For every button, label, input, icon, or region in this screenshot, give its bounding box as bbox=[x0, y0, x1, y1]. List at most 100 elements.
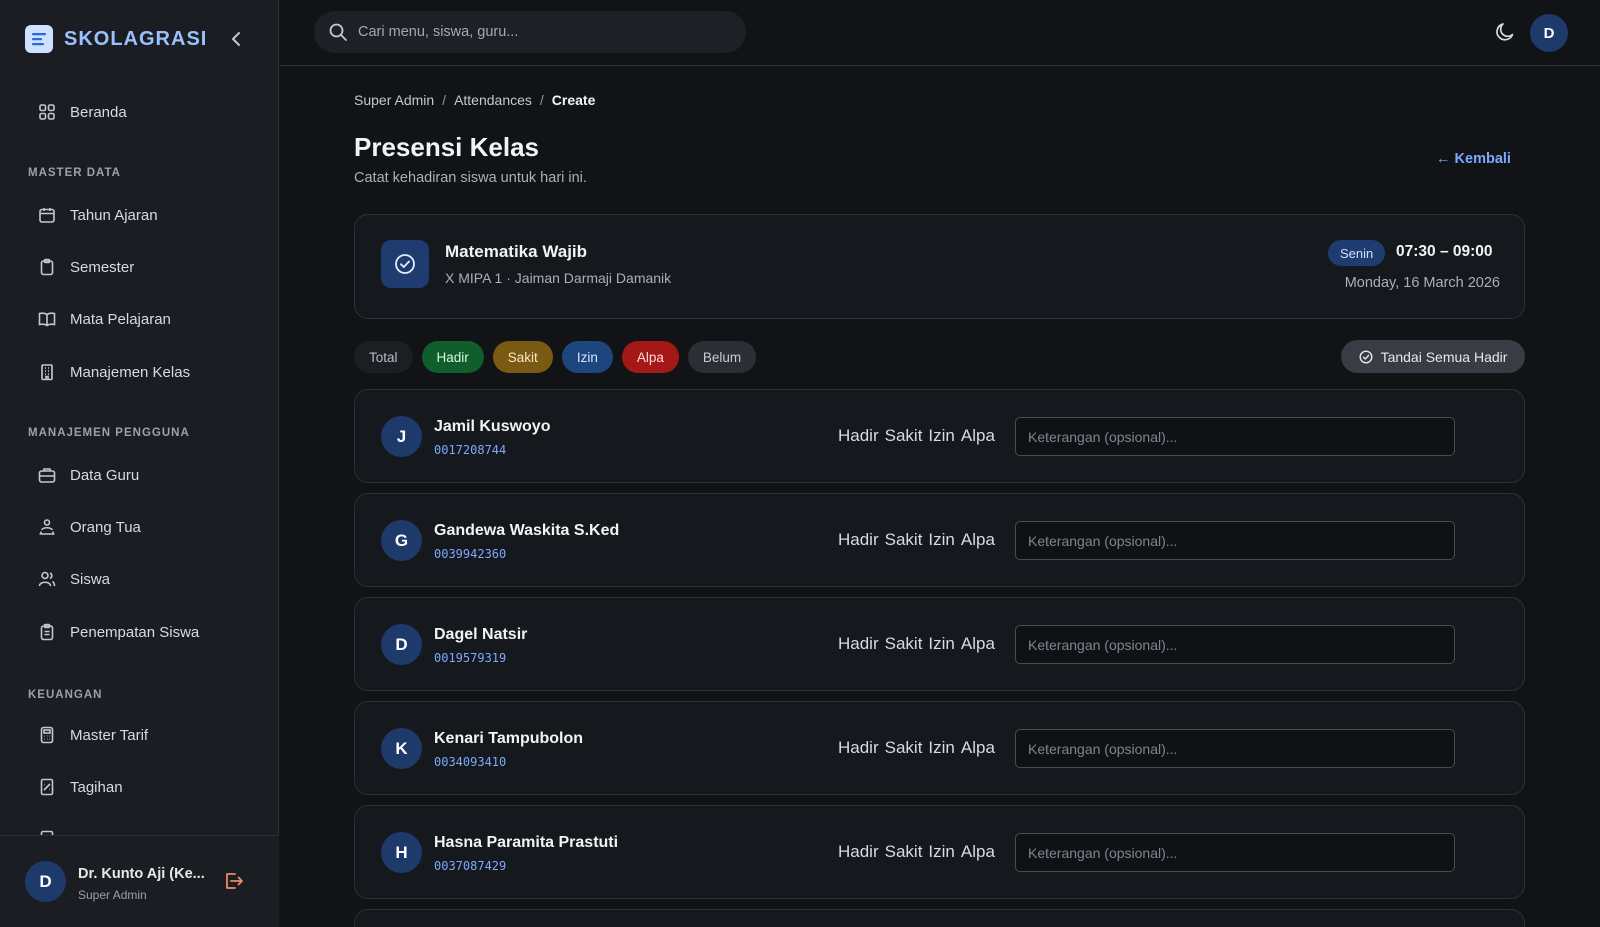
note-input[interactable] bbox=[1015, 729, 1455, 768]
user-role: Super Admin bbox=[78, 888, 147, 902]
family-icon bbox=[37, 517, 57, 537]
page-subtitle: Catat kehadiran siswa untuk hari ini. bbox=[354, 170, 587, 186]
status-alpa[interactable]: Alpa bbox=[961, 842, 995, 862]
status-alpa[interactable]: Alpa bbox=[961, 634, 995, 654]
breadcrumb: Super Admin / Attendances / Create bbox=[354, 92, 595, 108]
theme-toggle-button[interactable] bbox=[1494, 21, 1518, 45]
status-hadir[interactable]: Hadir bbox=[838, 634, 879, 654]
user-card: D Dr. Kunto Aji (Ke... Super Admin bbox=[0, 835, 279, 927]
class-info-card: Matematika Wajib X MIPA 1 · Jaiman Darma… bbox=[354, 214, 1525, 319]
sidebar-item-label: Tahun Ajaran bbox=[70, 206, 158, 224]
search-input[interactable] bbox=[358, 24, 728, 40]
status-izin[interactable]: Izin bbox=[928, 842, 954, 862]
logout-button[interactable] bbox=[222, 870, 244, 892]
sidebar-item-siswa[interactable]: Siswa bbox=[28, 561, 252, 597]
student-name: Jamil Kuswoyo bbox=[434, 418, 551, 435]
status-sakit[interactable]: Sakit bbox=[885, 738, 923, 758]
section-title-master-data: MASTER DATA bbox=[28, 167, 121, 179]
student-row: G Gandewa Waskita S.Ked 0039942360 Hadir… bbox=[354, 493, 1525, 587]
section-title-manajemen-pengguna: MANAJEMEN PENGGUNA bbox=[28, 427, 190, 439]
avatar[interactable]: D bbox=[25, 861, 66, 902]
status-alpa[interactable]: Alpa bbox=[961, 738, 995, 758]
chip-hadir[interactable]: Hadir bbox=[421, 341, 484, 373]
sidebar-item-partial[interactable] bbox=[28, 821, 252, 835]
status-sakit[interactable]: Sakit bbox=[885, 842, 923, 862]
breadcrumb-item-attendances[interactable]: Attendances bbox=[454, 92, 532, 108]
status-hadir[interactable]: Hadir bbox=[838, 530, 879, 550]
avatar: D bbox=[381, 624, 422, 665]
status-izin[interactable]: Izin bbox=[928, 530, 954, 550]
status-options: Hadir Sakit Izin Alpa bbox=[838, 426, 995, 446]
sidebar-item-master-tarif[interactable]: Master Tarif bbox=[28, 717, 252, 753]
status-hadir[interactable]: Hadir bbox=[838, 426, 879, 446]
note-input[interactable] bbox=[1015, 625, 1455, 664]
moon-icon bbox=[1496, 23, 1514, 41]
status-izin[interactable]: Izin bbox=[928, 426, 954, 446]
sidebar-item-manajemen-kelas[interactable]: Manajemen Kelas bbox=[28, 354, 252, 390]
class-name: X MIPA 1 bbox=[445, 270, 503, 286]
brand[interactable]: SKOLAGRASI bbox=[25, 25, 207, 53]
status-sakit[interactable]: Sakit bbox=[885, 634, 923, 654]
status-alpa[interactable]: Alpa bbox=[961, 530, 995, 550]
sidebar-item-tahun-ajaran[interactable]: Tahun Ajaran bbox=[28, 197, 252, 233]
book-icon bbox=[37, 309, 57, 329]
sidebar-item-label: Tagihan bbox=[70, 778, 123, 796]
teacher-name: Jaiman Darmaji Damanik bbox=[514, 270, 672, 286]
sidebar-item-tagihan[interactable]: Tagihan bbox=[28, 769, 252, 805]
chip-alpa[interactable]: Alpa bbox=[621, 341, 679, 373]
student-name: Dagel Natsir bbox=[434, 626, 528, 643]
chip-sakit[interactable]: Sakit bbox=[492, 341, 553, 373]
status-options: Hadir Sakit Izin Alpa bbox=[838, 634, 995, 654]
sidebar-item-orang-tua[interactable]: Orang Tua bbox=[28, 509, 252, 545]
student-name: Kenari Tampubolon bbox=[434, 730, 584, 747]
sidebar-item-data-guru[interactable]: Data Guru bbox=[28, 457, 252, 493]
avatar: G bbox=[381, 520, 422, 561]
note-input[interactable] bbox=[1015, 521, 1455, 560]
sidebar-item-mata-pelajaran[interactable]: Mata Pelajaran bbox=[28, 301, 252, 337]
receipt-icon bbox=[37, 777, 57, 797]
sidebar-item-label: Semester bbox=[70, 258, 135, 276]
day-badge: Senin bbox=[1328, 240, 1386, 266]
back-link[interactable]: ← Kembali bbox=[1436, 151, 1511, 167]
breadcrumb-separator: / bbox=[442, 92, 447, 108]
avatar[interactable]: D bbox=[1530, 14, 1568, 52]
meta-separator: · bbox=[506, 270, 515, 286]
avatar: K bbox=[381, 728, 422, 769]
sidebar-item-label: Mata Pelajaran bbox=[70, 310, 171, 328]
sidebar-item-beranda[interactable]: Beranda bbox=[28, 94, 252, 130]
mark-all-present-button[interactable]: Tandai Semua Hadir bbox=[1341, 340, 1525, 373]
brand-name: SKOLAGRASI bbox=[64, 27, 208, 50]
building-icon bbox=[37, 362, 57, 382]
sidebar-item-penempatan-siswa[interactable]: Penempatan Siswa bbox=[28, 614, 252, 650]
mark-all-label: Tandai Semua Hadir bbox=[1380, 348, 1508, 365]
chip-izin[interactable]: Izin bbox=[561, 341, 613, 373]
note-input[interactable] bbox=[1015, 417, 1455, 456]
status-sakit[interactable]: Sakit bbox=[885, 530, 923, 550]
collapse-sidebar-button[interactable] bbox=[226, 28, 246, 50]
status-options: Hadir Sakit Izin Alpa bbox=[838, 738, 995, 758]
status-hadir[interactable]: Hadir bbox=[838, 842, 879, 862]
search-bar[interactable] bbox=[314, 11, 746, 53]
student-nis: 0034093410 bbox=[434, 755, 507, 769]
status-izin[interactable]: Izin bbox=[928, 634, 954, 654]
status-sakit[interactable]: Sakit bbox=[885, 426, 923, 446]
topbar: D bbox=[280, 0, 1600, 66]
summary-chips: Total Hadir Sakit Izin Alpa Belum bbox=[354, 341, 757, 373]
sidebar-item-label: Master Tarif bbox=[70, 726, 149, 744]
chip-belum[interactable]: Belum bbox=[687, 341, 757, 373]
search-icon bbox=[328, 22, 348, 42]
sidebar: SKOLAGRASI Beranda MASTER DATA Tahun Aja… bbox=[0, 0, 279, 927]
briefcase-icon bbox=[37, 465, 57, 485]
menu-lines-icon bbox=[25, 25, 53, 53]
student-nis: 0017208744 bbox=[434, 443, 507, 457]
student-row: J Jamil Kuswoyo 0017208744 Hadir Sakit I… bbox=[354, 389, 1525, 483]
breadcrumb-item-super-admin[interactable]: Super Admin bbox=[354, 92, 434, 108]
status-izin[interactable]: Izin bbox=[928, 738, 954, 758]
chip-total[interactable]: Total bbox=[354, 341, 413, 373]
student-name: Gandewa Waskita S.Ked bbox=[434, 522, 620, 539]
student-nis: 0037087429 bbox=[434, 859, 507, 873]
note-input[interactable] bbox=[1015, 833, 1455, 872]
status-alpa[interactable]: Alpa bbox=[961, 426, 995, 446]
status-hadir[interactable]: Hadir bbox=[838, 738, 879, 758]
sidebar-item-semester[interactable]: Semester bbox=[28, 249, 252, 285]
